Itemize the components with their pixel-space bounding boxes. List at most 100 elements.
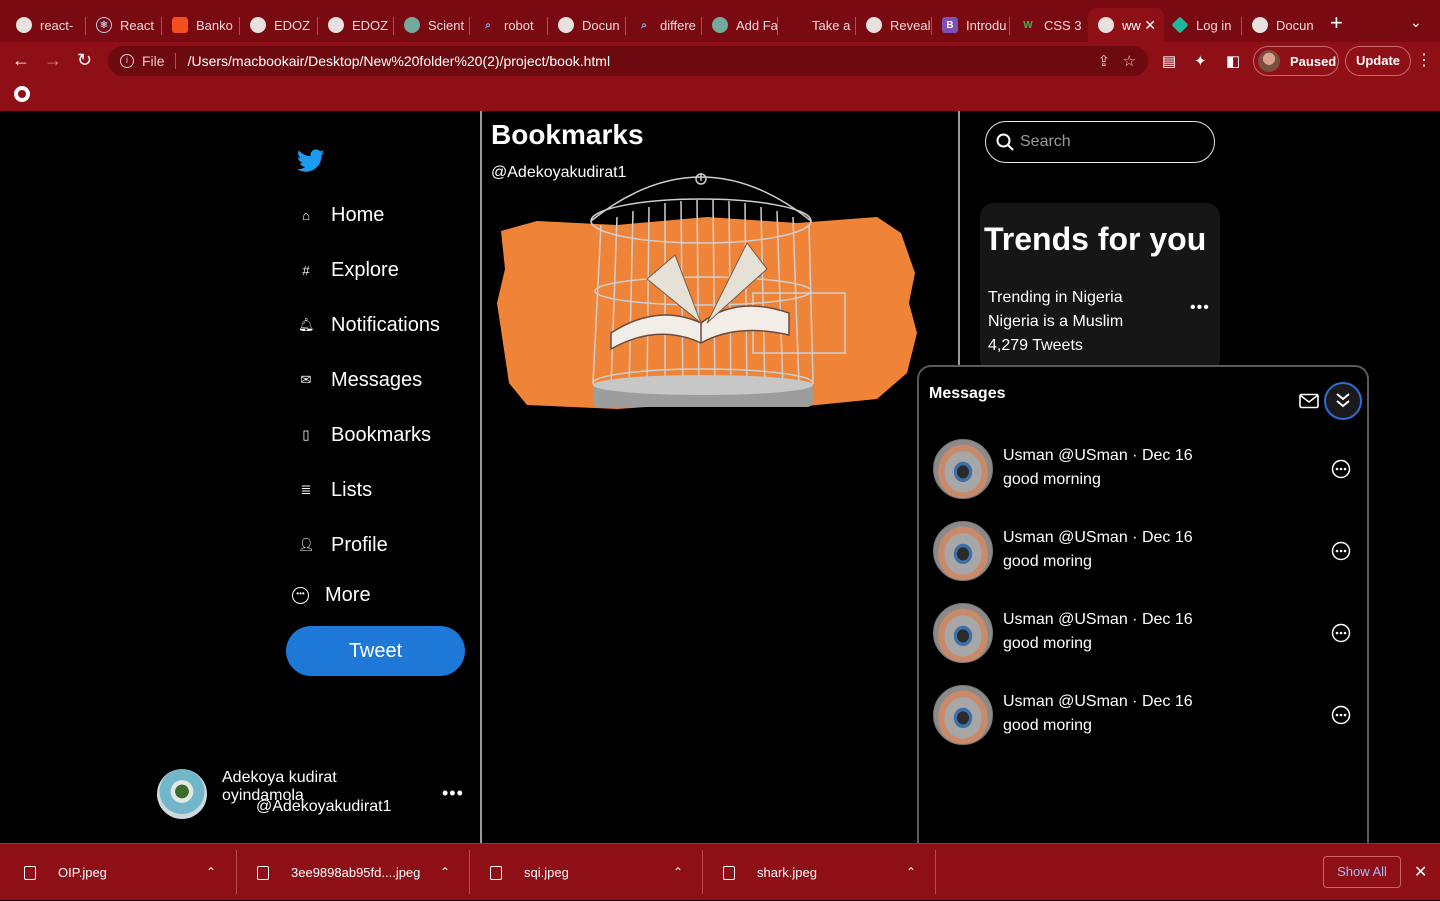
bookmark-icon: ▯ bbox=[302, 427, 310, 442]
trends-panel: Trends for you Trending in Nigeria Niger… bbox=[980, 203, 1220, 373]
more-circle-icon[interactable] bbox=[1331, 705, 1351, 725]
tab-6[interactable]: ⌕ robot bbox=[470, 8, 548, 42]
new-tab-icon[interactable]: + bbox=[1330, 12, 1343, 34]
hashtag-icon: # bbox=[302, 262, 310, 278]
sidebar-item-lists[interactable]: ≣ Lists bbox=[298, 473, 373, 507]
message-sender: Usman @USman · Dec 16 bbox=[1003, 529, 1193, 546]
chevron-up-icon[interactable]: ⌃ bbox=[440, 865, 450, 879]
tab-2[interactable]: Banko bbox=[162, 8, 240, 42]
column-divider bbox=[480, 111, 482, 843]
more-circle-icon[interactable] bbox=[1331, 541, 1351, 561]
show-all-button[interactable]: Show All bbox=[1323, 856, 1401, 888]
tab-8[interactable]: ⌕ differe bbox=[626, 8, 702, 42]
download-item[interactable]: OIP.jpeg ⌃ bbox=[24, 844, 224, 901]
message-item[interactable]: Usman @USman · Dec 16 good moring bbox=[933, 685, 1363, 747]
message-preview: good morning bbox=[1003, 471, 1101, 488]
message-preview: good moring bbox=[1003, 553, 1092, 570]
bootstrap-icon: B bbox=[942, 17, 958, 33]
avatar bbox=[933, 439, 993, 499]
browser-menu-icon[interactable]: ⋮ bbox=[1416, 50, 1432, 70]
sidebar-item-profile[interactable]: 👤︎ Profile bbox=[298, 528, 388, 562]
sidebar-item-messages[interactable]: ✉ Messages bbox=[298, 363, 423, 397]
more-circle-icon[interactable] bbox=[1331, 459, 1351, 479]
sidebar-item-more[interactable]: ••• More bbox=[292, 578, 371, 612]
bookmark-globe-icon[interactable] bbox=[14, 86, 30, 102]
chatgpt-icon bbox=[712, 17, 728, 33]
twitter-page: ⌂ Home # Explore 🔔︎ Notifications ✉ Messages… bbox=[0, 111, 1440, 865]
tab-5[interactable]: Scient bbox=[394, 8, 470, 42]
trend-count: 4,279 Tweets bbox=[988, 337, 1083, 354]
info-icon[interactable]: i bbox=[120, 54, 134, 68]
reload-icon[interactable]: ↻ bbox=[77, 50, 92, 70]
trends-title: Trends for you bbox=[984, 221, 1207, 257]
address-bar[interactable]: i File /Users/macbookair/Desktop/New%20f… bbox=[108, 46, 1148, 76]
tab-10[interactable]: Take a bbox=[778, 8, 856, 42]
search-icon bbox=[996, 133, 1014, 151]
tab-9[interactable]: Add Fa bbox=[702, 8, 778, 42]
download-item[interactable]: sqi.jpeg ⌃ bbox=[490, 844, 690, 901]
message-item[interactable]: Usman @USman · Dec 16 good moring bbox=[933, 521, 1363, 583]
tab-15[interactable]: Log in bbox=[1164, 8, 1242, 42]
twitter-bird-icon[interactable] bbox=[297, 149, 325, 173]
more-circle-icon: ••• bbox=[292, 586, 309, 604]
search-icon: ⌕ bbox=[641, 19, 647, 31]
close-icon[interactable]: ✕ bbox=[1414, 862, 1427, 882]
messages-drawer: Messages Usman @USman · Dec 16 good morn… bbox=[917, 365, 1369, 865]
sidebar-item-notifications[interactable]: 🔔︎ Notifications bbox=[298, 308, 440, 342]
chevron-up-icon[interactable]: ⌃ bbox=[206, 865, 216, 879]
download-item[interactable]: 3ee9898ab95fd....jpeg ⌃ bbox=[257, 844, 457, 901]
avatar bbox=[933, 521, 993, 581]
tab-12[interactable]: B Introdu bbox=[932, 8, 1010, 42]
side-panel-icon[interactable]: ◧ bbox=[1226, 52, 1240, 70]
tab-4[interactable]: EDOZ bbox=[318, 8, 394, 42]
avatar[interactable] bbox=[157, 769, 207, 819]
tab-11[interactable]: Reveal bbox=[856, 8, 932, 42]
reading-list-icon[interactable]: ▤ bbox=[1162, 52, 1176, 70]
apple-icon bbox=[788, 17, 804, 33]
file-icon bbox=[723, 865, 735, 880]
tab-13[interactable]: W CSS 3 bbox=[1010, 8, 1088, 42]
new-message-envelope-icon[interactable] bbox=[1299, 393, 1319, 409]
chevron-down-icon[interactable]: ⌄ bbox=[1410, 14, 1422, 31]
collapse-drawer-button[interactable] bbox=[1324, 382, 1362, 420]
trend-context: Trending in Nigeria bbox=[988, 289, 1123, 306]
message-sender: Usman @USman · Dec 16 bbox=[1003, 611, 1193, 628]
message-sender: Usman @USman · Dec 16 bbox=[1003, 447, 1193, 464]
column-divider bbox=[958, 111, 960, 366]
tab-1[interactable]: ⚛ React bbox=[86, 8, 162, 42]
message-item[interactable]: Usman @USman · Dec 16 good moring bbox=[933, 603, 1363, 665]
tab-3[interactable]: EDOZ bbox=[240, 8, 318, 42]
chevron-up-icon[interactable]: ⌃ bbox=[673, 865, 683, 879]
tab-active[interactable]: ww ✕ bbox=[1088, 8, 1164, 42]
tweet-button[interactable]: Tweet bbox=[286, 626, 465, 676]
close-tab-icon[interactable]: ✕ bbox=[1144, 17, 1156, 34]
update-button[interactable]: Update bbox=[1345, 46, 1411, 76]
trend-more-icon[interactable]: ••• bbox=[1190, 299, 1210, 317]
url-text[interactable]: /Users/macbookair/Desktop/New%20folder%2… bbox=[188, 53, 611, 69]
trend-topic[interactable]: Nigeria is a Muslim bbox=[988, 313, 1123, 331]
message-item[interactable]: Usman @USman · Dec 16 good morning bbox=[933, 439, 1363, 501]
tab-16[interactable]: Docun bbox=[1242, 8, 1320, 42]
tab-7[interactable]: Docun bbox=[548, 8, 626, 42]
download-item[interactable]: shark.jpeg ⌃ bbox=[723, 844, 923, 901]
search-input[interactable] bbox=[1020, 133, 1210, 151]
chevron-up-icon[interactable]: ⌃ bbox=[906, 865, 916, 879]
account-more-icon[interactable]: ••• bbox=[442, 783, 464, 804]
sidebar-item-bookmarks[interactable]: ▯ Bookmarks bbox=[298, 418, 431, 452]
globe-icon bbox=[16, 17, 32, 33]
sidebar-item-explore[interactable]: # Explore bbox=[298, 253, 398, 287]
diamond-icon bbox=[1171, 16, 1189, 34]
globe-icon bbox=[1252, 17, 1268, 33]
bell-icon: 🔔︎ bbox=[298, 317, 315, 332]
file-icon bbox=[257, 865, 269, 880]
extensions-puzzle-icon[interactable]: ✦ bbox=[1194, 52, 1207, 70]
more-circle-icon[interactable] bbox=[1331, 623, 1351, 643]
forward-arrow-icon[interactable]: → bbox=[44, 50, 62, 70]
profile-paused-button[interactable]: Paused bbox=[1253, 46, 1339, 76]
tab-0[interactable]: react- bbox=[6, 8, 86, 42]
share-and-star-icons[interactable]: ⇪ ☆ bbox=[1097, 52, 1136, 70]
search-box[interactable] bbox=[985, 121, 1215, 163]
back-arrow-icon[interactable]: ← bbox=[12, 50, 30, 70]
browser-toolbar: ← → ↻ i File /Users/macbookair/Desktop/N… bbox=[0, 42, 1440, 78]
sidebar-item-home[interactable]: ⌂ Home bbox=[298, 198, 384, 232]
